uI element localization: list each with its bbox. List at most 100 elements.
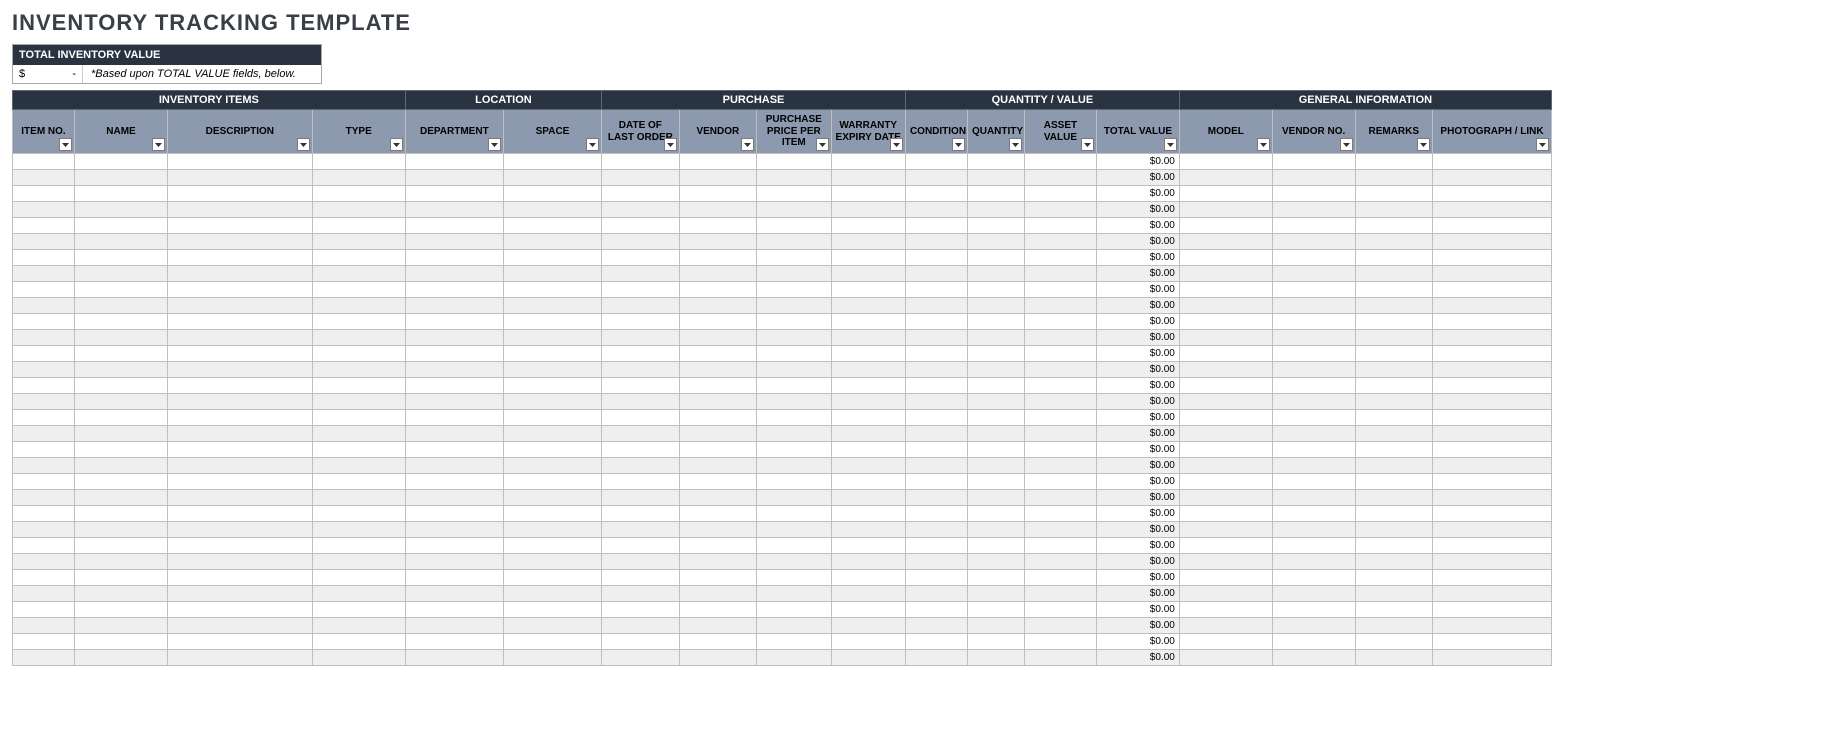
cell-item_no[interactable] <box>13 250 75 266</box>
cell-pprice[interactable] <box>757 570 831 586</box>
cell-last_order[interactable] <box>602 570 680 586</box>
cell-dept[interactable] <box>405 602 503 618</box>
cell-pprice[interactable] <box>757 458 831 474</box>
cell-total_val[interactable]: $0.00 <box>1097 426 1180 442</box>
cell-space[interactable] <box>503 522 601 538</box>
cell-pprice[interactable] <box>757 154 831 170</box>
cell-dept[interactable] <box>405 474 503 490</box>
cell-photo[interactable] <box>1433 458 1552 474</box>
cell-total_val[interactable]: $0.00 <box>1097 474 1180 490</box>
cell-cond[interactable] <box>905 474 967 490</box>
cell-pprice[interactable] <box>757 426 831 442</box>
cell-dept[interactable] <box>405 218 503 234</box>
cell-asset_val[interactable] <box>1024 570 1096 586</box>
cell-space[interactable] <box>503 362 601 378</box>
cell-pprice[interactable] <box>757 202 831 218</box>
cell-name[interactable] <box>75 522 168 538</box>
cell-desc[interactable] <box>168 522 313 538</box>
cell-last_order[interactable] <box>602 202 680 218</box>
cell-qty[interactable] <box>967 602 1024 618</box>
cell-warranty[interactable] <box>831 234 905 250</box>
cell-cond[interactable] <box>905 330 967 346</box>
cell-model[interactable] <box>1179 378 1272 394</box>
cell-vendor[interactable] <box>679 298 757 314</box>
cell-photo[interactable] <box>1433 218 1552 234</box>
filter-dropdown-icon[interactable] <box>664 138 677 151</box>
cell-item_no[interactable] <box>13 218 75 234</box>
cell-space[interactable] <box>503 634 601 650</box>
cell-dept[interactable] <box>405 522 503 538</box>
cell-last_order[interactable] <box>602 554 680 570</box>
cell-desc[interactable] <box>168 618 313 634</box>
cell-name[interactable] <box>75 458 168 474</box>
cell-type[interactable] <box>312 394 405 410</box>
cell-name[interactable] <box>75 186 168 202</box>
cell-pprice[interactable] <box>757 250 831 266</box>
cell-desc[interactable] <box>168 234 313 250</box>
cell-type[interactable] <box>312 650 405 666</box>
cell-asset_val[interactable] <box>1024 362 1096 378</box>
column-header-type[interactable]: TYPE <box>312 110 405 154</box>
cell-vendor_no[interactable] <box>1272 474 1355 490</box>
cell-pprice[interactable] <box>757 362 831 378</box>
cell-pprice[interactable] <box>757 218 831 234</box>
cell-cond[interactable] <box>905 554 967 570</box>
cell-model[interactable] <box>1179 202 1272 218</box>
cell-name[interactable] <box>75 234 168 250</box>
cell-photo[interactable] <box>1433 154 1552 170</box>
cell-warranty[interactable] <box>831 650 905 666</box>
cell-qty[interactable] <box>967 586 1024 602</box>
cell-vendor_no[interactable] <box>1272 378 1355 394</box>
cell-remarks[interactable] <box>1355 330 1433 346</box>
cell-last_order[interactable] <box>602 186 680 202</box>
cell-warranty[interactable] <box>831 410 905 426</box>
cell-desc[interactable] <box>168 154 313 170</box>
cell-warranty[interactable] <box>831 314 905 330</box>
filter-dropdown-icon[interactable] <box>1536 138 1549 151</box>
cell-dept[interactable] <box>405 394 503 410</box>
cell-warranty[interactable] <box>831 442 905 458</box>
cell-name[interactable] <box>75 314 168 330</box>
cell-warranty[interactable] <box>831 474 905 490</box>
cell-type[interactable] <box>312 314 405 330</box>
cell-vendor[interactable] <box>679 202 757 218</box>
cell-vendor[interactable] <box>679 362 757 378</box>
column-header-pprice[interactable]: PURCHASE PRICE PER ITEM <box>757 110 831 154</box>
cell-type[interactable] <box>312 506 405 522</box>
cell-vendor[interactable] <box>679 634 757 650</box>
cell-warranty[interactable] <box>831 298 905 314</box>
cell-vendor_no[interactable] <box>1272 490 1355 506</box>
cell-warranty[interactable] <box>831 586 905 602</box>
cell-desc[interactable] <box>168 410 313 426</box>
cell-remarks[interactable] <box>1355 170 1433 186</box>
cell-item_no[interactable] <box>13 410 75 426</box>
cell-vendor_no[interactable] <box>1272 266 1355 282</box>
cell-last_order[interactable] <box>602 330 680 346</box>
cell-pprice[interactable] <box>757 282 831 298</box>
cell-dept[interactable] <box>405 634 503 650</box>
cell-cond[interactable] <box>905 378 967 394</box>
cell-space[interactable] <box>503 618 601 634</box>
cell-model[interactable] <box>1179 298 1272 314</box>
cell-dept[interactable] <box>405 650 503 666</box>
cell-desc[interactable] <box>168 570 313 586</box>
cell-desc[interactable] <box>168 394 313 410</box>
cell-remarks[interactable] <box>1355 298 1433 314</box>
cell-total_val[interactable]: $0.00 <box>1097 522 1180 538</box>
cell-vendor_no[interactable] <box>1272 570 1355 586</box>
cell-pprice[interactable] <box>757 170 831 186</box>
cell-total_val[interactable]: $0.00 <box>1097 378 1180 394</box>
filter-dropdown-icon[interactable] <box>952 138 965 151</box>
cell-remarks[interactable] <box>1355 554 1433 570</box>
cell-cond[interactable] <box>905 506 967 522</box>
cell-type[interactable] <box>312 378 405 394</box>
cell-warranty[interactable] <box>831 394 905 410</box>
cell-name[interactable] <box>75 362 168 378</box>
cell-last_order[interactable] <box>602 250 680 266</box>
cell-photo[interactable] <box>1433 570 1552 586</box>
cell-last_order[interactable] <box>602 490 680 506</box>
cell-total_val[interactable]: $0.00 <box>1097 618 1180 634</box>
cell-qty[interactable] <box>967 298 1024 314</box>
column-header-name[interactable]: NAME <box>75 110 168 154</box>
cell-space[interactable] <box>503 186 601 202</box>
